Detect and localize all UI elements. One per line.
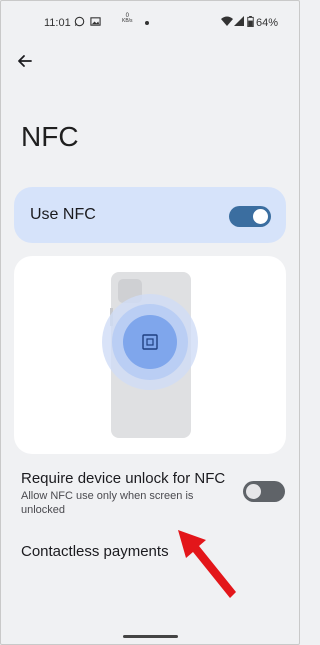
network-speed-unit: KB/s — [122, 18, 133, 24]
do-not-disturb-moon-icon — [106, 16, 116, 31]
gesture-navigation-bar[interactable] — [123, 635, 178, 638]
status-bar: 11:01 0 KB/s 64% — [0, 12, 300, 34]
whatsapp-icon — [74, 16, 85, 31]
page-title: NFC — [21, 121, 79, 152]
back-arrow-icon — [18, 55, 32, 67]
require-unlock-toggle[interactable] — [243, 481, 285, 502]
gallery-icon — [90, 16, 101, 31]
contactless-payments-item[interactable]: Contactless payments — [21, 543, 169, 560]
require-unlock-title: Require device unlock for NFC — [21, 470, 226, 487]
use-nfc-toggle[interactable] — [229, 206, 271, 227]
status-time: 11:01 — [44, 17, 71, 29]
battery-percentage: 64% — [256, 17, 279, 29]
use-nfc-card[interactable]: Use NFC — [14, 187, 286, 243]
annotation-arrow-icon — [178, 530, 236, 598]
wifi-icon — [221, 16, 233, 31]
toggle-knob — [253, 209, 268, 224]
nfc-phone-illustration — [102, 272, 198, 438]
back-button[interactable] — [14, 50, 36, 72]
nfc-ring-inner — [123, 315, 177, 369]
signal-icon — [234, 16, 244, 31]
nfc-illustration-card — [14, 256, 286, 454]
toggle-knob — [246, 484, 261, 499]
battery-icon — [247, 16, 254, 31]
notification-dot-icon — [145, 21, 149, 25]
use-nfc-label: Use NFC — [30, 206, 96, 223]
require-unlock-subtitle: Allow NFC use only when screen is unlock… — [21, 490, 194, 516]
network-speed-indicator: 0 KB/s — [122, 13, 133, 24]
